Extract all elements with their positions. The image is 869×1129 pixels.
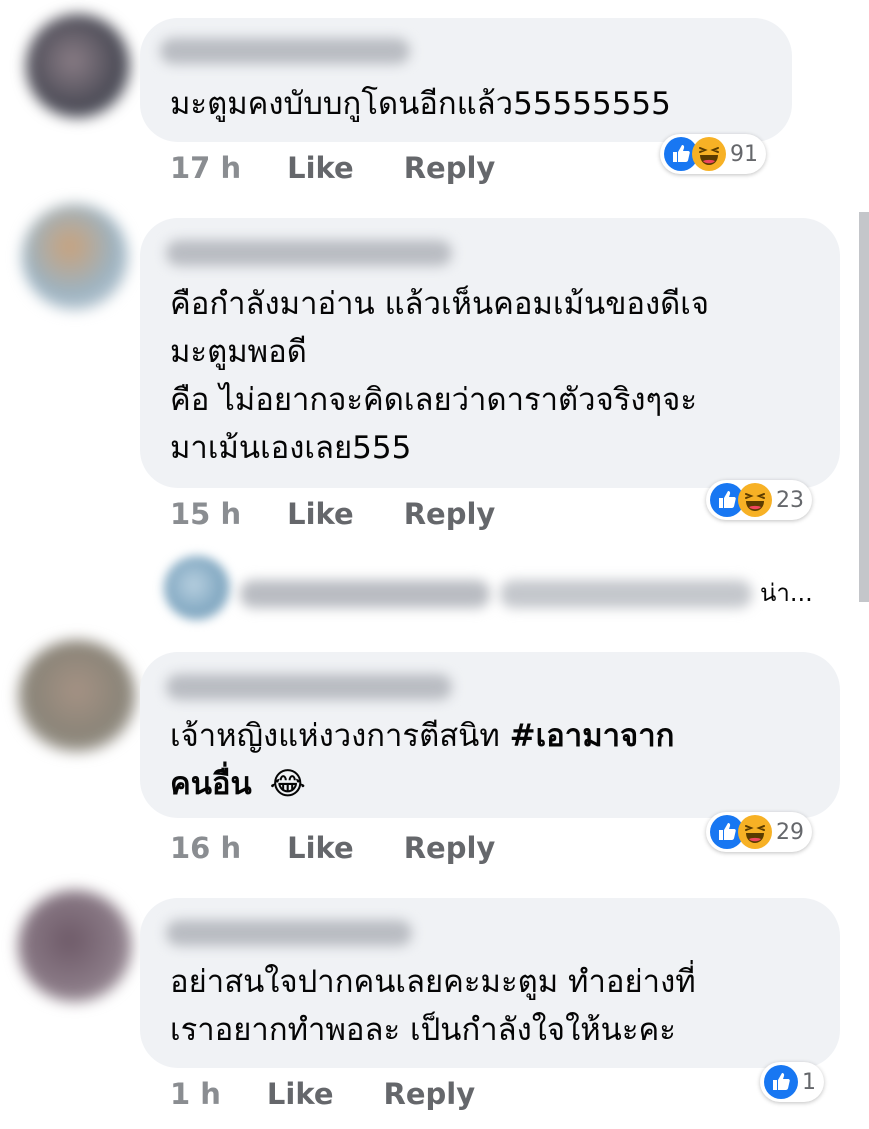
comment-actions: 15 h Like Reply [170, 494, 495, 534]
timestamp[interactable]: 1 h [170, 1077, 221, 1111]
reply-button[interactable]: Reply [384, 1077, 476, 1111]
comment-bubble: เจ้าหญิงแห่งวงการตีสนิท #เอามาจาก คนอื่น … [140, 652, 840, 818]
like-button[interactable]: Like [287, 151, 354, 185]
author-name[interactable] [166, 674, 452, 700]
comment-actions: 1 h Like Reply [170, 1074, 475, 1114]
reply-button[interactable]: Reply [404, 831, 496, 865]
timestamp[interactable]: 17 h [170, 151, 241, 185]
avatar[interactable] [26, 14, 130, 118]
avatar[interactable] [18, 640, 136, 752]
reaction-count: 29 [776, 819, 804, 845]
author-name[interactable] [160, 38, 410, 64]
comment-actions: 17 h Like Reply [170, 148, 495, 188]
avatar[interactable] [22, 204, 128, 310]
author-name[interactable] [166, 920, 412, 946]
like-button[interactable]: Like [267, 1077, 334, 1111]
reaction-summary[interactable]: 1 [760, 1062, 824, 1102]
comment-bubble: อย่าสนใจปากคนเลยคะมะตูม ทำอย่างที่ เราอย… [140, 898, 840, 1068]
like-button[interactable]: Like [287, 497, 354, 531]
timestamp[interactable]: 15 h [170, 497, 241, 531]
comment-actions: 16 h Like Reply [170, 828, 495, 868]
reply-text-blurred [500, 580, 752, 608]
comment-text: คือกำลังมาอ่าน แล้วเห็นคอมเม้นของดีเจ มะ… [170, 286, 710, 466]
emoji-tears-of-joy: 😂 [269, 766, 306, 802]
reaction-count: 91 [730, 141, 758, 167]
reply-button[interactable]: Reply [404, 151, 496, 185]
reaction-count: 23 [776, 487, 804, 513]
author-name[interactable] [166, 240, 452, 266]
haha-icon [738, 815, 772, 849]
comment-bubble: คือกำลังมาอ่าน แล้วเห็นคอมเม้นของดีเจ มะ… [140, 218, 840, 488]
reaction-summary[interactable]: 91 [660, 134, 766, 174]
reply-button[interactable]: Reply [404, 497, 496, 531]
haha-icon [692, 137, 726, 171]
comment-text: อย่าสนใจปากคนเลยคะมะตูม ทำอย่างที่ เราอย… [170, 964, 696, 1048]
comment-text: มะตูมคงบับบกูโดนอีกแล้ว55555555 [170, 86, 671, 122]
like-icon [764, 1065, 798, 1099]
comment-text: เจ้าหญิงแห่งวงการตีสนิท #เอามาจาก คนอื่น … [170, 712, 810, 808]
comment-text-plain: เจ้าหญิงแห่งวงการตีสนิท [170, 718, 510, 754]
comment-bubble: มะตูมคงบับบกูโดนอีกแล้ว55555555 [140, 18, 792, 142]
avatar[interactable] [18, 890, 132, 1002]
reaction-count: 1 [802, 1069, 816, 1095]
scrollbar[interactable] [859, 212, 869, 602]
like-button[interactable]: Like [287, 831, 354, 865]
reply-author-name [240, 580, 490, 608]
reply-avatar[interactable] [164, 556, 230, 620]
timestamp[interactable]: 16 h [170, 831, 241, 865]
haha-icon [738, 483, 772, 517]
reaction-summary[interactable]: 23 [706, 480, 812, 520]
reply-preview-suffix: น่า... [760, 579, 813, 607]
reaction-summary[interactable]: 29 [706, 812, 812, 852]
